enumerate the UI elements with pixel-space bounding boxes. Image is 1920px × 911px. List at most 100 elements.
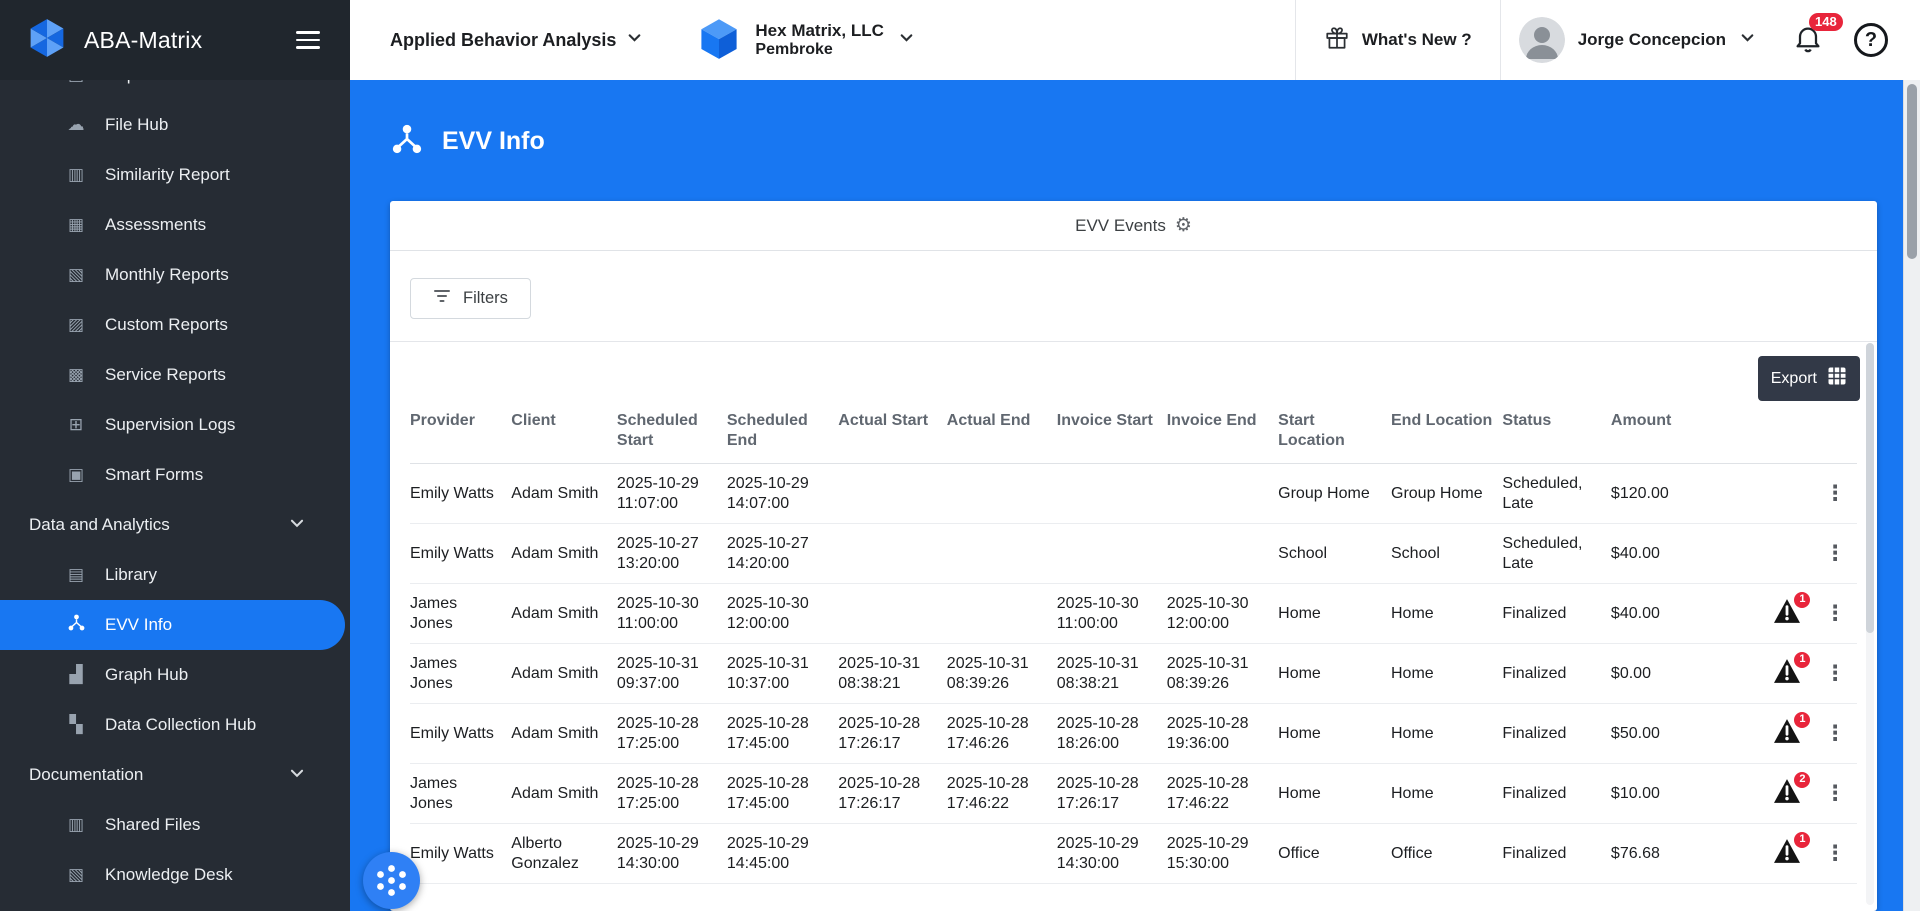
sidebar-item-report-hub[interactable]: ▤ Report Hub [0, 80, 350, 100]
sidebar-item-supervision-logs[interactable]: ⊞ Supervision Logs [0, 400, 350, 450]
filters-button[interactable]: Filters [410, 278, 531, 319]
cell-provider: James Jones [410, 643, 512, 705]
cell-end-location: School [1391, 523, 1503, 585]
sidebar-item-data-collection-hub[interactable]: ▚ Data Collection Hub [0, 700, 350, 750]
warning-count-badge: 2 [1794, 771, 1811, 788]
sidebar-item-label: Shared Files [105, 815, 201, 834]
chevron-down-icon [288, 764, 306, 787]
sidebar-item-library[interactable]: ▤ Library [0, 550, 350, 600]
smart-forms-icon: ▣ [67, 465, 85, 484]
evv-table: Provider Client Scheduled Start Schedule… [410, 401, 1857, 885]
cell-invoice-start [1056, 523, 1167, 585]
cell-actual-start [838, 463, 947, 525]
evv-info-icon [64, 613, 88, 637]
sidebar-item-knowledge-desk[interactable]: ▧ Knowledge Desk [0, 850, 350, 900]
row-menu-button[interactable]: ⋮ [1819, 842, 1852, 865]
sidebar-item-service-reports[interactable]: ▩ Service Reports [0, 350, 350, 400]
cell-invoice-start: 2025-10-28 18:26:00 [1056, 703, 1167, 765]
row-menu-button[interactable]: ⋮ [1819, 542, 1852, 565]
row-menu-button[interactable]: ⋮ [1819, 602, 1852, 625]
cell-actual-end [946, 583, 1057, 645]
sidebar-item-evv-info[interactable]: EVV Info [0, 600, 345, 650]
export-button[interactable]: Export [1757, 356, 1860, 401]
table-row: Emily Watts Adam Smith 2025-10-28 17:25:… [410, 703, 1857, 765]
whats-new-button[interactable]: What's New ? [1294, 0, 1500, 80]
brand-name: ABA-Matrix [84, 26, 203, 53]
gear-icon[interactable]: ⚙ [1175, 214, 1192, 237]
data-collection-hub-icon: ▚ [69, 715, 83, 734]
evv-table-wrap: Provider Client Scheduled Start Schedule… [390, 401, 1877, 911]
cell-start-location: Home [1278, 583, 1391, 645]
col-scheduled-start: Scheduled Start [616, 401, 727, 464]
cell-end-location: Home [1391, 763, 1503, 825]
warning-icon[interactable]: 1 [1774, 711, 1811, 749]
sidebar-item-similarity-report[interactable]: ▥ Similarity Report [0, 150, 350, 200]
help-button[interactable]: ? [1854, 23, 1888, 57]
cell-actual-start [838, 583, 947, 645]
sidebar-item-label: Custom Reports [105, 315, 228, 334]
cell-row-menu: ⋮ [1813, 643, 1857, 705]
menu-toggle-button[interactable] [292, 27, 324, 53]
sidebar-item-label: Assessments [105, 215, 207, 234]
sidebar-item-file-hub[interactable]: ☁ File Hub [0, 100, 350, 150]
col-invoice-start: Invoice Start [1056, 401, 1167, 464]
cell-row-menu: ⋮ [1813, 463, 1857, 525]
card-scrollbar-thumb[interactable] [1866, 343, 1874, 633]
sidebar-item-graph-hub[interactable]: ▟ Graph Hub [0, 650, 350, 700]
cell-status: Scheduled, Late [1502, 463, 1611, 525]
cell-invoice-end: 2025-10-29 15:30:00 [1166, 823, 1279, 885]
cell-scheduled-start: 2025-10-29 11:07:00 [616, 463, 727, 525]
cell-status: Finalized [1502, 583, 1611, 645]
main-area: EVV Info EVV Events ⚙ Filters Export Pro… [350, 80, 1920, 911]
filters-button-label: Filters [463, 289, 508, 307]
export-button-label: Export [1770, 369, 1817, 387]
filter-icon [433, 289, 451, 308]
row-menu-button[interactable]: ⋮ [1819, 782, 1852, 805]
sidebar-section-data-and-analytics[interactable]: Data and Analytics [0, 500, 350, 550]
warning-icon[interactable]: 1 [1774, 831, 1811, 869]
chat-widget-button[interactable] [363, 852, 420, 909]
warning-count-badge: 1 [1794, 591, 1811, 608]
csv-export-icon [1827, 366, 1847, 391]
organization-selector[interactable]: Hex Matrix, LLC Pembroke [697, 16, 914, 65]
cell-actual-end: 2025-10-28 17:46:26 [946, 703, 1057, 765]
warning-icon[interactable]: 2 [1774, 771, 1811, 809]
sidebar-item-custom-reports[interactable]: ▨ Custom Reports [0, 300, 350, 350]
cell-invoice-end: 2025-10-28 19:36:00 [1166, 703, 1279, 765]
notifications-button[interactable]: 148 [1792, 12, 1843, 59]
sidebar-section-documentation[interactable]: Documentation [0, 750, 350, 800]
card-title: EVV Events [1075, 215, 1166, 235]
sidebar-item-assessments[interactable]: ▦ Assessments [0, 200, 350, 250]
warning-icon[interactable]: 1 [1774, 591, 1811, 629]
warning-count-badge: 1 [1794, 831, 1811, 848]
sidebar-item-shared-files[interactable]: ▥ Shared Files [0, 800, 350, 850]
cell-scheduled-end: 2025-10-27 14:20:00 [726, 523, 839, 585]
sidebar-item-label: Graph Hub [105, 665, 189, 684]
page-scrollbar-thumb[interactable] [1907, 84, 1917, 259]
sidebar-item-monthly-reports[interactable]: ▧ Monthly Reports [0, 250, 350, 300]
user-menu[interactable]: Jorge Concepcion [1499, 0, 1778, 80]
cell-alerts: 1 [1761, 823, 1814, 885]
cell-amount: $50.00 [1610, 703, 1762, 765]
cell-actual-end: 2025-10-31 08:39:26 [946, 643, 1057, 705]
similarity-report-icon: ▥ [67, 165, 85, 184]
cell-end-location: Office [1391, 823, 1503, 885]
page-title-row: EVV Info [350, 80, 1920, 161]
table-row: Emily Watts Alberto Gonzalez 2025-10-29 … [410, 823, 1857, 885]
cell-invoice-end [1166, 523, 1279, 585]
table-row: James Jones Adam Smith 2025-10-31 09:37:… [410, 643, 1857, 705]
cell-actual-start: 2025-10-28 17:26:17 [838, 763, 947, 825]
file-hub-icon: ☁ [67, 115, 85, 134]
warning-count-badge: 1 [1794, 651, 1811, 668]
cell-invoice-start: 2025-10-28 17:26:17 [1056, 763, 1167, 825]
row-menu-button[interactable]: ⋮ [1819, 662, 1852, 685]
table-row: James Jones Adam Smith 2025-10-28 17:25:… [410, 763, 1857, 825]
sidebar-item-smart-forms[interactable]: ▣ Smart Forms [0, 450, 350, 500]
cell-invoice-end: 2025-10-28 17:46:22 [1166, 763, 1279, 825]
row-menu-button[interactable]: ⋮ [1819, 482, 1852, 505]
cell-invoice-start: 2025-10-30 11:00:00 [1056, 583, 1167, 645]
row-menu-button[interactable]: ⋮ [1819, 722, 1852, 745]
program-selector[interactable]: Applied Behavior Analysis [390, 29, 643, 51]
cell-status: Finalized [1502, 643, 1611, 705]
warning-icon[interactable]: 1 [1774, 651, 1811, 689]
